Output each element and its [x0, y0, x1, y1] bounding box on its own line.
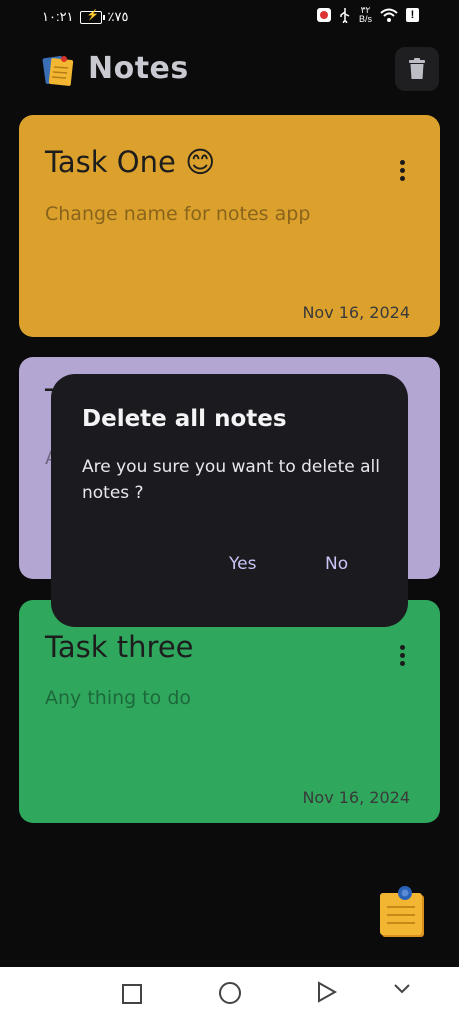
usb-icon — [340, 8, 350, 23]
battery-percent: ٪٧٥ — [107, 9, 129, 24]
notification-app-icon — [316, 8, 331, 22]
trash-icon — [409, 58, 425, 79]
note-card-3[interactable]: Task three Any thing to do Nov 16, 2024 — [19, 600, 440, 823]
more-icon — [400, 160, 405, 165]
status-time: ١٠:٢١ — [42, 9, 74, 24]
add-note-button[interactable] — [378, 885, 428, 939]
notes-logo-icon — [42, 55, 74, 86]
wifi-icon — [380, 8, 398, 22]
status-bar: ١٠:٢١ ⚡ ٪٧٥ ٣٢ B/s ! — [0, 0, 459, 36]
note-title: Task three — [45, 630, 194, 664]
no-button[interactable]: No — [325, 554, 348, 574]
delete-all-dialog: Delete all notes Are you sure you want t… — [51, 374, 408, 627]
yes-button[interactable]: Yes — [229, 554, 256, 574]
system-nav-bar — [0, 967, 459, 1020]
dialog-message: Are you sure you want to delete all note… — [82, 457, 380, 503]
note-date: Nov 16, 2024 — [302, 303, 410, 322]
alert-icon: ! — [406, 8, 419, 22]
more-options-button[interactable] — [396, 160, 408, 184]
note-body: Any thing to do — [45, 687, 192, 709]
note-body: Change name for notes app — [45, 203, 311, 225]
delete-all-button[interactable] — [395, 47, 439, 91]
page-title: Notes — [88, 51, 189, 86]
more-options-button[interactable] — [396, 645, 408, 669]
note-title: Task One 😊 — [45, 145, 216, 179]
chevron-down-icon[interactable] — [393, 983, 411, 995]
network-speed: ٣٢ B/s — [359, 6, 372, 24]
recents-button[interactable] — [122, 984, 142, 1004]
dialog-title: Delete all notes — [82, 406, 287, 432]
note-date: Nov 16, 2024 — [302, 788, 410, 807]
more-icon — [400, 645, 405, 650]
battery-icon: ⚡ — [79, 10, 105, 24]
home-button[interactable] — [219, 982, 241, 1004]
app-header: Notes — [0, 42, 459, 98]
note-card-1[interactable]: Task One 😊 Change name for notes app Nov… — [19, 115, 440, 337]
back-button[interactable] — [317, 981, 337, 1003]
speed-unit: B/s — [358, 14, 372, 24]
